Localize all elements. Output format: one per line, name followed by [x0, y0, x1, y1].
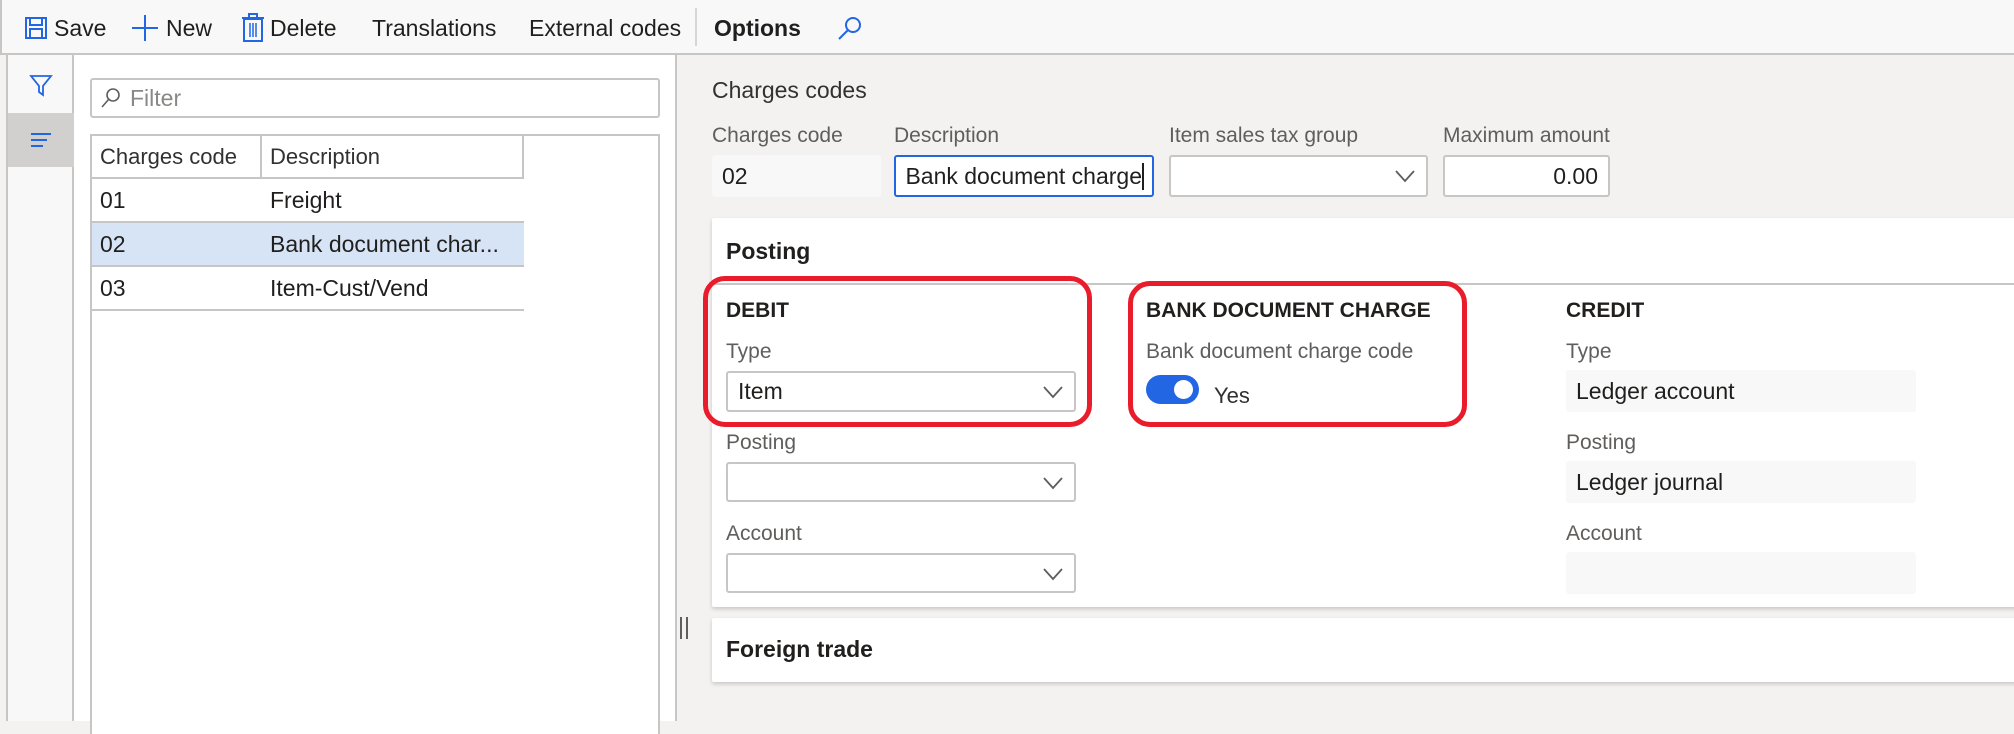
list-panel: Charges code Description 01 Freight 02 B…	[74, 55, 677, 734]
column-header-description[interactable]: Description	[262, 136, 380, 177]
item-sales-tax-group-label: Item sales tax group	[1169, 124, 1359, 147]
charges-code-field[interactable]: 02	[712, 155, 881, 197]
show-filters-button[interactable]	[8, 58, 74, 112]
list-icon	[31, 133, 51, 147]
debit-group-title: DEBIT	[726, 299, 789, 322]
column-header-charges-code[interactable]: Charges code	[92, 136, 262, 177]
credit-posting-value: Ledger journal	[1576, 468, 1724, 495]
debit-account-label: Account	[726, 522, 802, 545]
debit-account-select[interactable]	[726, 553, 1076, 593]
bank-document-charge-code-label: Bank document charge code	[1146, 340, 1414, 363]
cell-code: 01	[100, 186, 126, 213]
credit-type-label: Type	[1566, 340, 1612, 363]
charges-code-value: 02	[722, 162, 748, 189]
plus-icon	[132, 15, 158, 41]
trash-icon	[242, 13, 264, 42]
debit-posting-label: Posting	[726, 431, 797, 454]
table-row[interactable]: 01 Freight	[92, 179, 524, 223]
filter-icon	[29, 75, 53, 97]
cell-code: 03	[100, 274, 126, 301]
maximum-amount-value: 0.00	[1553, 162, 1598, 189]
delete-button[interactable]: Delete	[242, 12, 336, 44]
search-icon	[838, 17, 861, 40]
cell-description: Freight	[270, 186, 342, 213]
posting-fasttab-header[interactable]: Posting	[726, 238, 810, 265]
chevron-down-icon	[1043, 477, 1063, 490]
credit-type-field: Ledger account	[1566, 370, 1916, 412]
credit-account-field	[1566, 552, 1916, 594]
charges-code-label: Charges code	[712, 124, 843, 147]
maximum-amount-field[interactable]: 0.00	[1443, 155, 1610, 197]
credit-group-title: CREDIT	[1566, 299, 1645, 322]
panel-splitter[interactable]	[680, 617, 688, 639]
bank-document-charge-code-toggle[interactable]	[1146, 375, 1199, 404]
filter-input[interactable]	[130, 84, 630, 112]
new-button[interactable]: New	[130, 12, 212, 44]
credit-posting-label: Posting	[1566, 431, 1637, 454]
new-label: New	[166, 14, 213, 41]
debit-posting-select[interactable]	[726, 462, 1076, 502]
item-sales-tax-group-select[interactable]	[1169, 155, 1428, 197]
chevron-down-icon	[1395, 170, 1415, 183]
options-button[interactable]: Options	[714, 12, 801, 44]
translations-label: Translations	[372, 14, 497, 41]
save-icon	[25, 17, 47, 39]
debit-type-select[interactable]: Item	[726, 371, 1076, 412]
toggle-knob	[1174, 380, 1193, 399]
cell-description: Item-Cust/Vend	[270, 274, 429, 301]
credit-posting-field: Ledger journal	[1566, 461, 1916, 503]
debit-type-value: Item	[738, 378, 783, 404]
save-button[interactable]: Save	[24, 12, 106, 44]
description-label: Description	[894, 124, 1000, 147]
external-codes-label: External codes	[529, 14, 682, 41]
search-icon	[101, 88, 120, 108]
table-row[interactable]: 02 Bank document char...	[92, 223, 524, 267]
filter-box[interactable]	[90, 78, 660, 118]
credit-account-label: Account	[1566, 522, 1642, 545]
form-title: Charges codes	[712, 77, 867, 103]
table-row[interactable]: 03 Item-Cust/Vend	[92, 267, 524, 311]
external-codes-button[interactable]: External codes	[529, 12, 681, 44]
cell-description: Bank document char...	[270, 230, 499, 257]
search-button[interactable]	[837, 12, 869, 44]
action-pane: Save New Delete Translations External co…	[0, 0, 2014, 55]
maximum-amount-label: Maximum amount	[1443, 124, 1610, 147]
credit-type-value: Ledger account	[1576, 377, 1735, 404]
card-divider	[712, 283, 2014, 285]
grid-header: Charges code Description	[92, 136, 524, 179]
chevron-down-icon	[1043, 568, 1063, 581]
show-list-button[interactable]	[8, 113, 74, 167]
save-label: Save	[54, 14, 107, 41]
charges-grid: Charges code Description 01 Freight 02 B…	[90, 134, 660, 734]
bank-document-charge-group-title: BANK DOCUMENT CHARGE	[1146, 299, 1431, 322]
debit-type-label: Type	[726, 340, 772, 363]
toolbar-separator	[695, 8, 697, 46]
cell-code: 02	[100, 230, 126, 257]
delete-label: Delete	[270, 14, 337, 41]
toggle-state-label: Yes	[1214, 383, 1250, 408]
posting-fasttab: Posting	[712, 218, 2014, 607]
description-value: Bank document charge	[905, 162, 1144, 190]
navigation-rail	[6, 55, 74, 721]
options-label: Options	[714, 14, 801, 41]
foreign-trade-header[interactable]: Foreign trade	[726, 636, 873, 663]
chevron-down-icon	[1043, 386, 1063, 399]
foreign-trade-fasttab[interactable]: Foreign trade	[712, 618, 2014, 682]
description-field[interactable]: Bank document charge	[894, 155, 1154, 197]
translations-button[interactable]: Translations	[372, 12, 496, 44]
